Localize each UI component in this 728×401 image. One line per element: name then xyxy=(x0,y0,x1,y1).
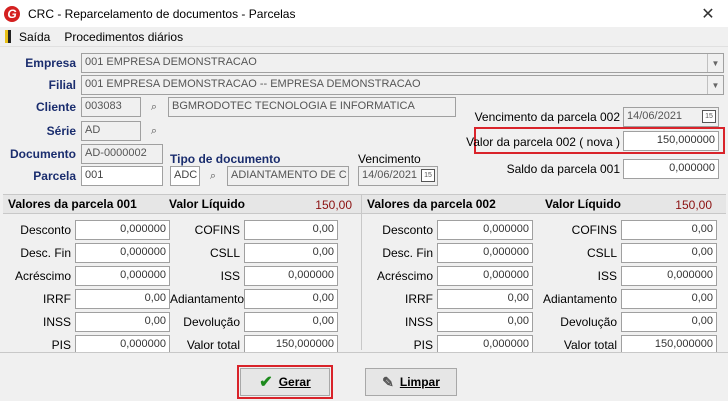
p1-devolucao-label: Devolução xyxy=(183,315,240,329)
documento-field[interactable]: AD-0000002 xyxy=(81,144,163,164)
saldo-parcela-label: Saldo da parcela 001 xyxy=(506,162,620,176)
p2-devolucao-label: Devolução xyxy=(560,315,617,329)
title-bar: G CRC - Reparcelamento de documentos - P… xyxy=(0,0,728,27)
vencimento-label: Vencimento xyxy=(358,152,421,166)
p1-adiantamento-field[interactable]: 0,00 xyxy=(244,289,338,309)
venc-parcela-field[interactable]: 14/06/2021 15 xyxy=(623,107,719,127)
filial-select[interactable]: 001 EMPRESA DEMONSTRACAO -- EMPRESA DEMO… xyxy=(81,75,724,95)
binoculars-search-icon[interactable]: ⌕ xyxy=(143,97,165,117)
p1-acrescimo-field[interactable]: 0,000000 xyxy=(75,266,170,286)
p2-csll-label: CSLL xyxy=(586,246,617,260)
menu-bar: Saída Procedimentos diários xyxy=(0,27,728,47)
parcela-001-liquido-value: 150,00 xyxy=(315,198,352,212)
checkmark-icon: ✔ xyxy=(259,374,273,391)
p2-irrf-field[interactable]: 0,00 xyxy=(437,289,533,309)
parcela-field[interactable]: 001 xyxy=(81,166,163,186)
limpar-button[interactable]: ✎ Limpar xyxy=(365,368,457,396)
p2-desconto-field[interactable]: 0,000000 xyxy=(437,220,533,240)
p2-adiantamento-field[interactable]: 0,00 xyxy=(621,289,717,309)
valor-parcela-label: Valor da parcela 002 ( nova ) xyxy=(466,135,620,149)
p2-acrescimo-field[interactable]: 0,000000 xyxy=(437,266,533,286)
parcela-002-liquido-value: 150,00 xyxy=(675,198,712,212)
p2-cofins-label: COFINS xyxy=(571,223,617,237)
document-panel: Empresa 001 EMPRESA DEMONSTRACAO ▼ Filia… xyxy=(3,48,726,186)
empresa-select[interactable]: 001 EMPRESA DEMONSTRACAO ▼ xyxy=(81,53,724,73)
p1-descfin-label: Desc. Fin xyxy=(20,246,71,260)
cliente-code-field[interactable]: 003083 xyxy=(81,97,141,117)
serie-field[interactable]: AD xyxy=(81,121,141,141)
serie-label: Série xyxy=(46,124,76,138)
p2-csll-field[interactable]: 0,00 xyxy=(621,243,717,263)
p2-acrescimo-label: Acréscimo xyxy=(376,269,433,283)
calendar-icon[interactable]: 15 xyxy=(421,169,435,182)
p1-irrf-field[interactable]: 0,00 xyxy=(75,289,170,309)
p1-valortotal-label: Valor total xyxy=(186,338,240,352)
venc-parcela-label: Vencimento da parcela 002 xyxy=(474,110,620,124)
p2-devolucao-field[interactable]: 0,00 xyxy=(621,312,717,332)
tipo-documento-label: Tipo de documento xyxy=(170,152,281,166)
p1-iss-label: ISS xyxy=(220,269,240,283)
menu-item-procedimentos[interactable]: Procedimentos diários xyxy=(64,30,183,44)
parcela-001-liquido-label: Valor Líquido xyxy=(169,197,246,211)
p1-devolucao-field[interactable]: 0,00 xyxy=(244,312,338,332)
app-logo-icon: G xyxy=(4,5,20,22)
p1-inss-label: INSS xyxy=(42,315,71,329)
parcela-label: Parcela xyxy=(33,169,76,183)
p1-desconto-label: Desconto xyxy=(20,223,71,237)
p2-cofins-field[interactable]: 0,00 xyxy=(621,220,717,240)
p2-adiantamento-label: Adiantamento xyxy=(542,292,617,306)
p1-adiantamento-label: Adiantamento xyxy=(170,292,245,306)
parcela-002-liquido-label: Valor Líquido xyxy=(545,197,622,211)
calendar-icon[interactable]: 15 xyxy=(702,110,716,123)
cliente-name-field: BGMRODOTEC TECNOLOGIA E INFORMATICA xyxy=(168,97,456,117)
binoculars-search-icon[interactable]: ⌕ xyxy=(202,166,224,186)
filial-label: Filial xyxy=(48,78,76,92)
empresa-label: Empresa xyxy=(25,56,76,70)
chevron-down-icon[interactable]: ▼ xyxy=(707,54,723,72)
menu-item-saida[interactable]: Saída xyxy=(19,30,50,44)
valor-parcela-field[interactable]: 150,000000 xyxy=(623,131,719,151)
gerar-button[interactable]: ✔ Gerar xyxy=(240,368,330,396)
p1-irrf-label: IRRF xyxy=(43,292,71,306)
exit-door-icon xyxy=(5,30,11,43)
eraser-icon: ✎ xyxy=(382,373,394,390)
p2-pis-label: PIS xyxy=(413,338,433,352)
p2-desconto-label: Desconto xyxy=(382,223,433,237)
close-button[interactable]: ✕ xyxy=(688,0,728,27)
p2-iss-label: ISS xyxy=(597,269,617,283)
p2-inss-label: INSS xyxy=(404,315,433,329)
p1-desconto-field[interactable]: 0,000000 xyxy=(75,220,170,240)
footer-bar: ✔ Gerar ✎ Limpar xyxy=(0,352,728,401)
binoculars-search-icon[interactable]: ⌕ xyxy=(143,121,165,141)
chevron-down-icon[interactable]: ▼ xyxy=(707,76,723,94)
p2-descfin-label: Desc. Fin xyxy=(382,246,433,260)
p1-csll-field[interactable]: 0,00 xyxy=(244,243,338,263)
saldo-parcela-field[interactable]: 0,000000 xyxy=(623,159,719,179)
p2-iss-field[interactable]: 0,000000 xyxy=(621,266,717,286)
window-title: CRC - Reparcelamento de documentos - Par… xyxy=(28,6,296,21)
p2-descfin-field[interactable]: 0,000000 xyxy=(437,243,533,263)
p1-iss-field[interactable]: 0,000000 xyxy=(244,266,338,286)
parcela-002-title: Valores da parcela 002 xyxy=(367,197,496,211)
documento-label: Documento xyxy=(10,147,76,161)
p2-inss-field[interactable]: 0,00 xyxy=(437,312,533,332)
vencimento-field[interactable]: 14/06/2021 15 xyxy=(358,166,438,186)
p1-pis-label: PIS xyxy=(51,338,71,352)
parcela-001-title: Valores da parcela 001 xyxy=(8,197,137,211)
p2-valortotal-label: Valor total xyxy=(563,338,617,352)
p1-descfin-field[interactable]: 0,000000 xyxy=(75,243,170,263)
p1-inss-field[interactable]: 0,00 xyxy=(75,312,170,332)
tipo-name-field: ADIANTAMENTO DE C xyxy=(227,166,349,186)
p1-acrescimo-label: Acréscimo xyxy=(14,269,71,283)
p2-irrf-label: IRRF xyxy=(405,292,433,306)
tipo-code-field[interactable]: ADC xyxy=(170,166,200,186)
p1-cofins-label: COFINS xyxy=(194,223,240,237)
p1-cofins-field[interactable]: 0,00 xyxy=(244,220,338,240)
cliente-label: Cliente xyxy=(35,100,76,114)
p1-csll-label: CSLL xyxy=(209,246,240,260)
